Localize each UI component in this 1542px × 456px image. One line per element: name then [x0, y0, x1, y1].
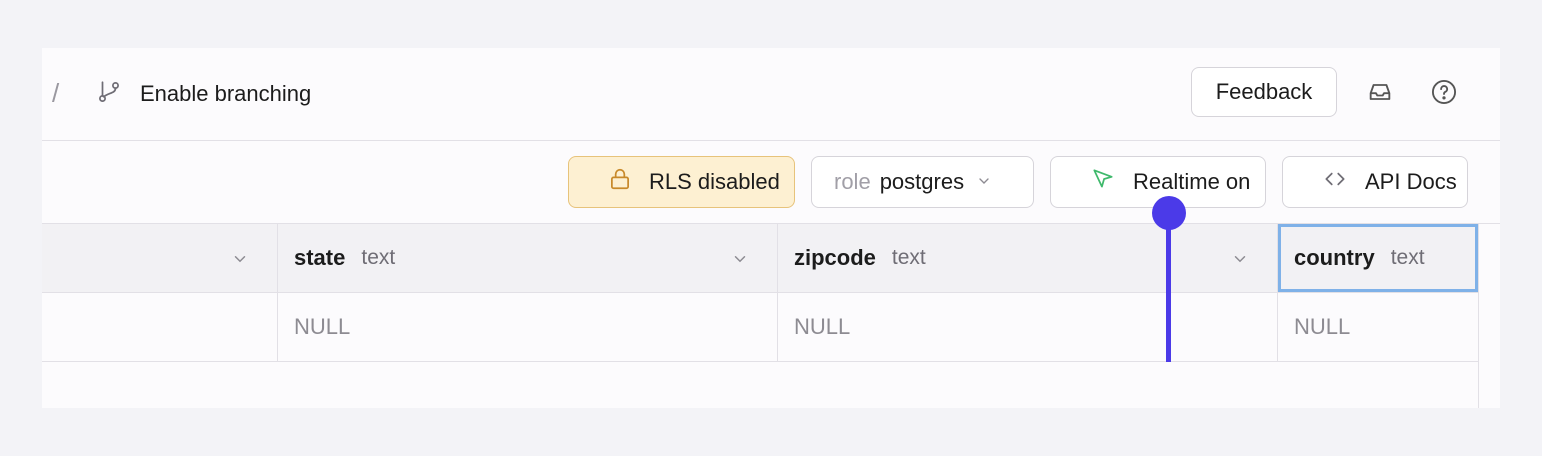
api-docs-label: API Docs: [1365, 169, 1457, 194]
role-select[interactable]: role postgres: [811, 156, 1034, 208]
null-value: NULL: [1294, 314, 1351, 339]
table-cell[interactable]: [42, 293, 278, 361]
realtime-label: Realtime on: [1133, 169, 1251, 194]
column-name: zipcode: [794, 245, 876, 270]
role-value: postgres: [879, 169, 965, 194]
table-row: NULL NULL NULL: [42, 293, 1478, 362]
branch-label: Enable branching: [140, 81, 312, 106]
top-bar: / Enable branching Feedback: [42, 48, 1500, 141]
rls-label: RLS disabled: [649, 169, 780, 194]
data-grid: state text zipcode text country text NUL…: [42, 224, 1479, 408]
app-frame: / Enable branching Feedback RLS disabled…: [42, 48, 1500, 408]
pointer-marker-line: [1166, 212, 1171, 362]
column-type: text: [1390, 246, 1425, 269]
null-value: NULL: [794, 314, 851, 339]
chevron-down-icon[interactable]: [231, 250, 249, 268]
role-prefix: role: [834, 169, 871, 194]
chevron-down-icon: [964, 169, 992, 195]
column-type: text: [361, 246, 396, 269]
table-toolbar: RLS disabled role postgres Realtime on A…: [42, 141, 1500, 224]
column-name: state: [294, 245, 346, 270]
breadcrumb-separator: /: [52, 78, 60, 108]
pointer-marker-dot: [1152, 196, 1186, 230]
cursor-pointer-icon: [1068, 166, 1116, 198]
rls-disabled-button[interactable]: RLS disabled: [568, 156, 795, 208]
api-docs-button[interactable]: API Docs: [1282, 156, 1468, 208]
table-cell-zipcode[interactable]: NULL: [778, 293, 1278, 361]
code-icon: [1300, 166, 1348, 198]
inbox-icon[interactable]: [1364, 76, 1396, 108]
column-header-country[interactable]: country text: [1278, 224, 1478, 292]
column-header[interactable]: [42, 224, 278, 292]
column-name: country: [1294, 245, 1375, 270]
chevron-down-icon[interactable]: [731, 250, 749, 268]
table-cell-state[interactable]: NULL: [278, 293, 778, 361]
column-type: text: [891, 246, 926, 269]
null-value: NULL: [294, 314, 351, 339]
table-cell-country[interactable]: NULL: [1278, 293, 1478, 361]
git-branch-icon: [96, 79, 122, 110]
help-icon[interactable]: [1428, 76, 1460, 108]
header-row: state text zipcode text country text: [42, 224, 1478, 293]
chevron-down-icon[interactable]: [1231, 250, 1249, 268]
feedback-button[interactable]: Feedback: [1191, 67, 1337, 117]
column-header-zipcode[interactable]: zipcode text: [778, 224, 1278, 292]
column-header-state[interactable]: state text: [278, 224, 778, 292]
lock-icon: [585, 166, 633, 198]
enable-branching-button[interactable]: Enable branching: [96, 78, 311, 110]
